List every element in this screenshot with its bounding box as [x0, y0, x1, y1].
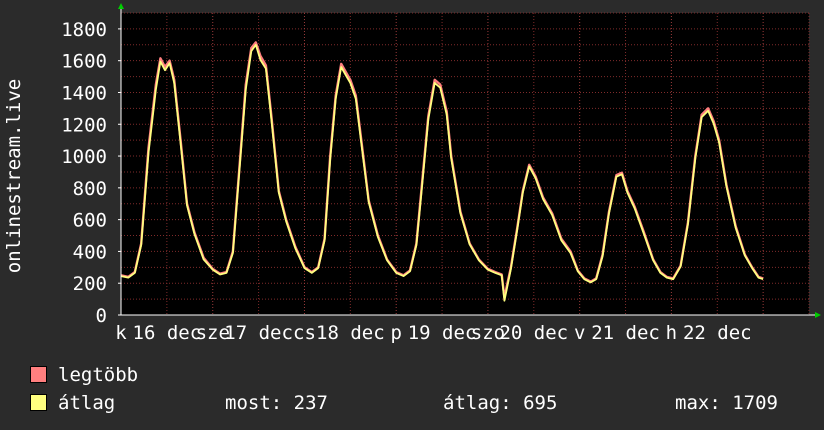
- x-tick-label: 18 dec: [316, 322, 385, 344]
- stat-atlag: átlag: 695: [443, 392, 558, 414]
- y-tick-label: 800: [73, 178, 107, 200]
- x-tick-label: 20 dec: [499, 322, 568, 344]
- y-tick-label: 1200: [61, 114, 107, 136]
- x-tick-label: 16 dec: [133, 322, 202, 344]
- y-tick-label: 600: [73, 210, 107, 232]
- legend-label-atlag: átlag: [58, 392, 116, 414]
- x-axis-arrow: [815, 312, 821, 318]
- y-axis-arrow: [118, 3, 124, 9]
- stat-most: most: 237: [225, 392, 328, 414]
- x-tick-label: 21 dec: [591, 322, 660, 344]
- y-tick-label: 200: [73, 273, 107, 295]
- y-tick-label: 1400: [61, 82, 107, 104]
- legend-label-legtobb: legtöbb: [58, 364, 139, 386]
- x-tick-label: p: [390, 322, 401, 344]
- plot-background: [121, 13, 809, 315]
- y-tick-label: 400: [73, 241, 107, 263]
- x-tick-label: v: [574, 322, 585, 344]
- x-tick-label: 17 dec: [224, 322, 293, 344]
- x-tick-label: 22 dec: [683, 322, 752, 344]
- y-tick-label: 1600: [61, 51, 107, 73]
- y-tick-label: 1000: [61, 146, 107, 168]
- x-tick-label: h: [666, 322, 677, 344]
- y-axis-ticks: 0 200 400 600 800 1000 1200 1400 1600 1800: [61, 19, 121, 327]
- y-tick-label: 1800: [61, 19, 107, 41]
- y-tick-label: 0: [96, 305, 107, 327]
- legend-swatch-atlag: [30, 394, 47, 411]
- y-axis-title: onlinestream.live: [3, 79, 25, 273]
- stat-max: max: 1709: [675, 392, 778, 414]
- x-tick-label: cs: [293, 322, 316, 344]
- x-axis-ticks: k 16 decsze17 dec cs 18 dec p 19 decszo20 dec…: [115, 322, 751, 344]
- x-tick-label: k: [115, 322, 127, 344]
- x-tick-label: 19 dec: [408, 322, 477, 344]
- legend-swatch-legtobb: [30, 366, 47, 383]
